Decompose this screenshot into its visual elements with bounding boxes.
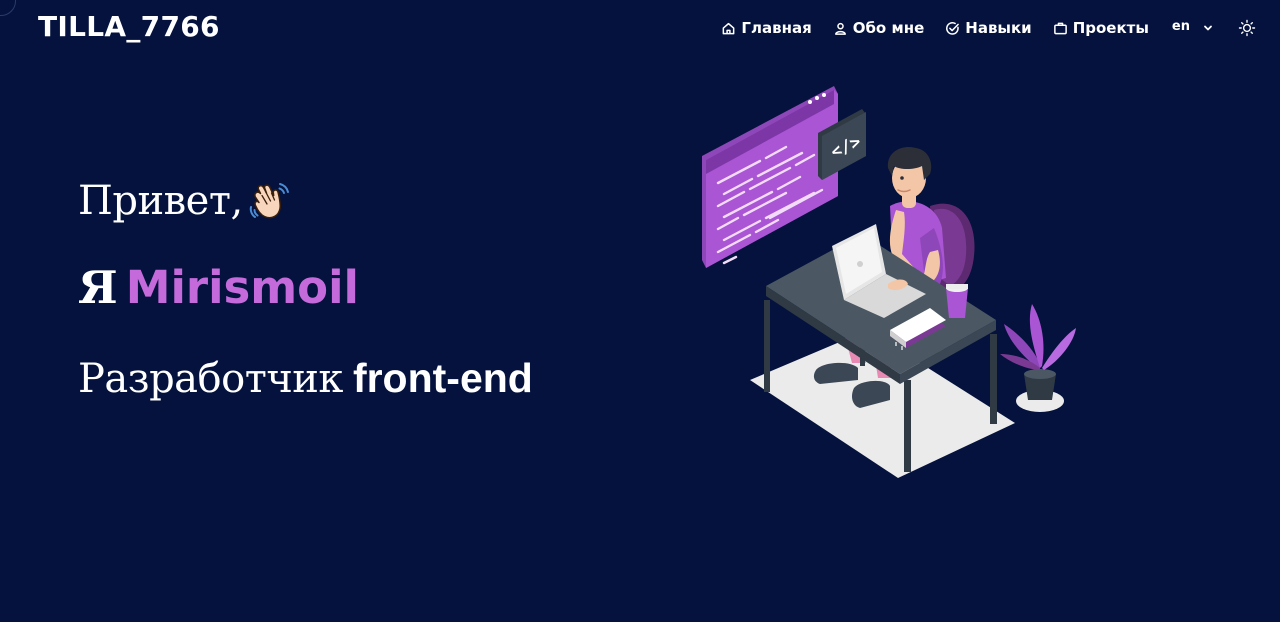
- user-icon: [834, 22, 846, 35]
- potted-plant: [1000, 304, 1076, 400]
- briefcase-icon: [1053, 22, 1067, 34]
- developer-name: Mirismoil: [125, 261, 359, 314]
- nav-item-label: Проекты: [1072, 19, 1149, 37]
- nav-item-home[interactable]: Главная: [721, 19, 812, 37]
- sun-icon[interactable]: [1238, 19, 1256, 37]
- nav-item-projects[interactable]: Проекты: [1053, 19, 1149, 37]
- intro-prefix: Я: [78, 261, 118, 314]
- navbar: TILLA_7766 Главная Обо мне Навыки Проект…: [0, 0, 1280, 56]
- role-heading: Разработчик front-end: [78, 350, 533, 416]
- language-select[interactable]: en: [1171, 19, 1214, 34]
- nav-item-label: Навыки: [965, 19, 1032, 37]
- greeting-text: Привет,: [78, 178, 243, 224]
- home-icon: [723, 22, 735, 34]
- main-nav: Главная Обо мне Навыки Проекты en: [721, 14, 1256, 42]
- developer-illustration: </>: [702, 86, 1076, 478]
- intro-heading: Я Mirismoil: [78, 260, 359, 316]
- check-circle-icon: [946, 21, 960, 35]
- code-window: [702, 86, 838, 268]
- nav-item-label: Главная: [741, 19, 812, 37]
- greeting-heading: Привет,: [78, 170, 291, 229]
- site-logo[interactable]: TILLA_7766: [38, 10, 220, 43]
- nav-item-skills[interactable]: Навыки: [945, 19, 1032, 37]
- nav-item-label: Обо мне: [852, 19, 925, 37]
- nav-item-about[interactable]: Обо мне: [833, 19, 925, 37]
- coffee-cup: [946, 284, 968, 318]
- role-highlight: front-end: [352, 355, 533, 401]
- chevron-down-icon: [1204, 25, 1212, 31]
- role-text: Разработчик: [78, 356, 343, 402]
- waving-hand-icon: [249, 183, 289, 219]
- language-value: en: [1171, 19, 1190, 34]
